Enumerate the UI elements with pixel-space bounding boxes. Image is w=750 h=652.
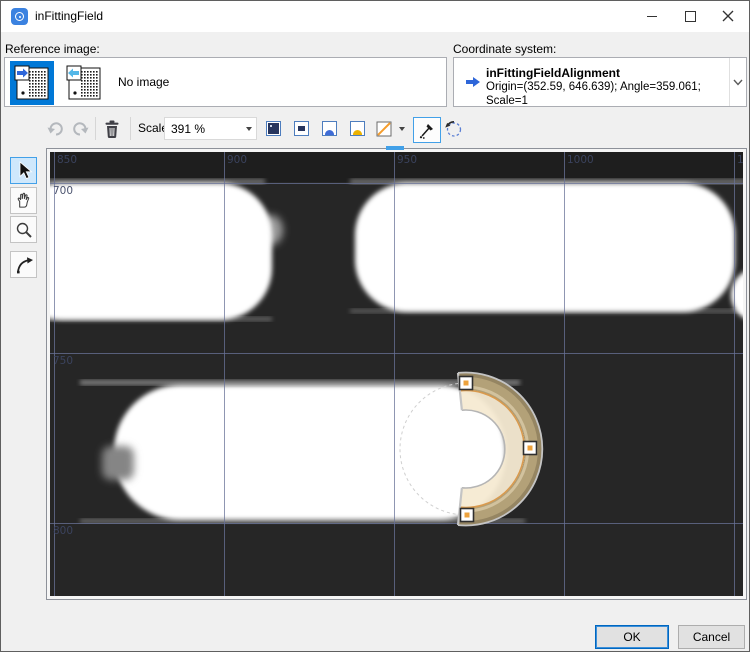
chevron-down-icon — [733, 79, 743, 86]
redo-button[interactable] — [69, 117, 91, 140]
x-tick-900: 900 — [227, 154, 247, 166]
maximize-button[interactable] — [671, 1, 709, 31]
coordinate-system-label: Coordinate system: — [453, 42, 556, 56]
y-tick-700: 700 — [53, 185, 73, 197]
no-background-icon — [376, 121, 392, 137]
coordinate-name: inFittingFieldAlignment — [486, 67, 726, 80]
redo-icon — [71, 121, 89, 137]
coordinate-details: Origin=(352.59, 646.639); Angle=359.061;… — [486, 80, 726, 108]
canvas-toolbar: Scale: 391 % — [1, 113, 749, 144]
coordinate-arrow-icon — [466, 76, 480, 88]
pointer-tool-button[interactable] — [10, 157, 37, 184]
close-icon — [709, 1, 747, 31]
window-title: inFittingField — [35, 1, 103, 32]
pan-tool-button[interactable] — [10, 187, 37, 214]
rotate-icon — [444, 119, 464, 139]
maximize-icon — [685, 11, 696, 22]
x-tick-850: 850 — [57, 154, 77, 166]
magnifier-icon — [15, 221, 33, 239]
x-tick-1000: 1000 — [567, 154, 594, 166]
scale-dropdown-icon[interactable] — [246, 127, 252, 131]
ok-button[interactable]: OK — [595, 625, 669, 649]
selection-handle-top[interactable] — [460, 377, 473, 390]
reference-thumb-selected[interactable] — [10, 61, 54, 105]
background-dropdown-button[interactable] — [396, 117, 408, 140]
hand-icon — [14, 191, 33, 210]
undo-button[interactable] — [45, 117, 67, 140]
scale-combobox[interactable]: 391 % — [164, 117, 257, 140]
scale-value: 391 % — [171, 122, 205, 136]
image-left-arrow-icon — [66, 65, 102, 101]
no-background-button[interactable] — [374, 117, 394, 140]
selection-handle-right[interactable] — [524, 442, 537, 455]
no-image-text: No image — [118, 75, 169, 89]
pin-icon — [418, 121, 436, 139]
microscopy-image — [50, 152, 743, 596]
cursor-arrow-icon — [15, 161, 33, 180]
cancel-button[interactable]: Cancel — [678, 625, 745, 649]
minimize-icon — [647, 16, 657, 17]
focus-indicator — [386, 146, 404, 150]
zoom-fit-icon — [266, 121, 281, 136]
image-canvas[interactable]: 850 900 950 1000 1050 700 750 800 — [50, 152, 743, 596]
x-tick-950: 950 — [397, 154, 417, 166]
trash-icon — [104, 120, 120, 138]
rotate-tool-button[interactable] — [442, 117, 466, 141]
coordinate-dropdown-button[interactable] — [729, 58, 746, 106]
dropdown-caret-icon — [399, 127, 405, 131]
fit-width-icon — [322, 121, 337, 136]
pin-tool-button[interactable] — [413, 117, 441, 143]
image-right-arrow-icon — [14, 65, 50, 101]
selection-handle-bottom[interactable] — [461, 509, 474, 522]
delete-button[interactable] — [100, 117, 124, 140]
zoom-tool-button[interactable] — [10, 216, 37, 243]
x-tick-1050: 1050 — [737, 154, 743, 166]
fit-selection-icon — [350, 121, 365, 136]
app-icon — [11, 8, 28, 25]
minimize-button[interactable] — [633, 1, 671, 31]
close-button[interactable] — [709, 1, 747, 31]
canvas-frame: 850 900 950 1000 1050 700 750 800 — [46, 148, 747, 600]
coordinate-system-select[interactable]: inFittingFieldAlignment Origin=(352.59, … — [453, 57, 747, 107]
zoom-actual-size-button[interactable] — [290, 117, 313, 140]
y-tick-800: 800 — [53, 525, 73, 537]
fit-width-button[interactable] — [318, 117, 341, 140]
reference-thumb-no-image[interactable] — [62, 61, 106, 105]
y-tick-750: 750 — [53, 355, 73, 367]
arc-tool-button[interactable] — [10, 251, 37, 278]
title-bar: inFittingField — [1, 1, 749, 32]
reference-image-label: Reference image: — [5, 42, 100, 56]
fit-selection-button[interactable] — [346, 117, 369, 140]
zoom-fit-button[interactable] — [262, 117, 285, 140]
curve-arc-icon — [14, 255, 34, 275]
dialog-window: inFittingField Reference image: — [0, 0, 750, 652]
reference-image-panel: No image — [4, 57, 447, 107]
zoom-actual-size-icon — [294, 121, 309, 136]
undo-icon — [47, 121, 65, 137]
